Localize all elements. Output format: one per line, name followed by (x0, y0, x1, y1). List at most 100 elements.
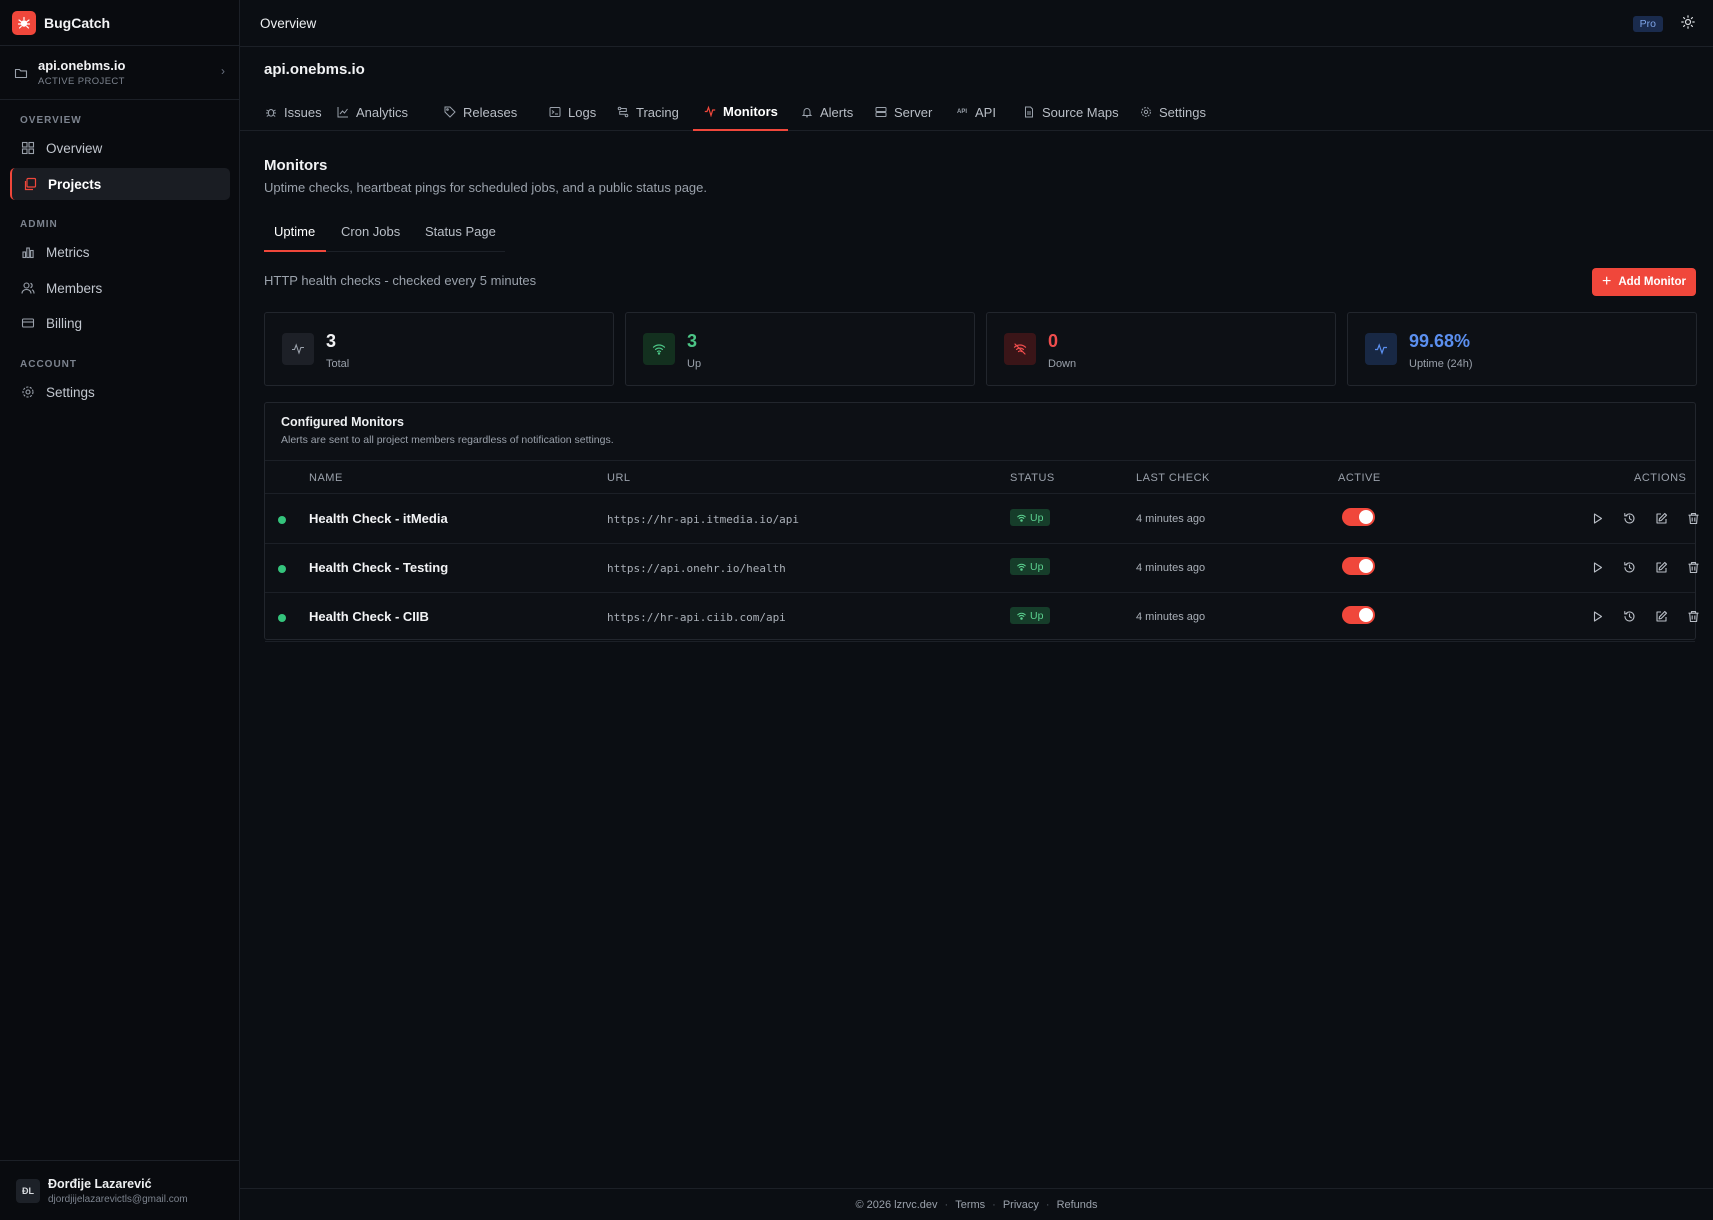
status-label: Up (1030, 511, 1044, 524)
tracing-icon (616, 105, 630, 119)
subtab-cron-jobs[interactable]: Cron Jobs (341, 220, 400, 252)
tab-monitors[interactable]: Monitors (693, 93, 788, 131)
footer: © 2026 lzrvc.dev · Terms · Privacy · Ref… (240, 1188, 1713, 1220)
add-monitor-button[interactable]: + Add Monitor (1592, 268, 1696, 296)
active-project-name: api.onebms.io (38, 58, 126, 73)
column-header-last-check: LAST CHECK (1136, 472, 1210, 484)
tag-icon (443, 105, 457, 119)
stat-card-total: 3 Total (264, 312, 614, 386)
monitor-subtabs: Uptime Cron Jobs Status Page (264, 220, 505, 252)
run-check-button[interactable] (1589, 608, 1605, 624)
delete-button[interactable] (1685, 559, 1701, 575)
brand[interactable]: BugCatch (0, 0, 239, 46)
stat-value: 99.68% (1409, 331, 1471, 351)
section-description: Uptime checks, heartbeat pings for sched… (264, 180, 707, 195)
toggle-knob (1359, 510, 1373, 524)
table-row[interactable]: Health Check - Testing https://api.onehr.… (265, 544, 1698, 593)
activity-icon (1365, 333, 1397, 365)
section-title: Monitors (264, 157, 328, 174)
avatar: ĐL (16, 1178, 40, 1203)
bug-logo-icon (12, 10, 36, 35)
stat-label: Uptime (24h) (1409, 358, 1473, 370)
sidebar-item-label: Billing (46, 315, 83, 331)
column-header-status: STATUS (1010, 472, 1055, 484)
edit-button[interactable] (1653, 559, 1669, 575)
tab-releases[interactable]: Releases (433, 93, 527, 131)
history-button[interactable] (1621, 559, 1637, 575)
last-check: 4 minutes ago (1136, 611, 1206, 623)
nav-section-overview: OVERVIEW (20, 115, 82, 126)
tab-alerts[interactable]: Alerts (790, 93, 863, 131)
history-button[interactable] (1621, 510, 1637, 526)
sidebar-item-settings[interactable]: Settings (10, 376, 230, 408)
status-label: Up (1030, 609, 1044, 622)
column-header-active: ACTIVE (1338, 472, 1381, 484)
status-label: Up (1030, 560, 1044, 573)
sidebar-item-label: Settings (46, 384, 95, 400)
edit-button[interactable] (1653, 510, 1669, 526)
active-toggle[interactable] (1342, 508, 1375, 526)
table-row[interactable]: Health Check - itMedia https://hr-api.itm… (265, 495, 1698, 544)
subtab-uptime[interactable]: Uptime (264, 220, 326, 252)
bar-chart-icon (20, 244, 36, 260)
sidebar-item-members[interactable]: Members (10, 272, 230, 304)
sidebar-item-overview[interactable]: Overview (10, 132, 230, 164)
sidebar-item-projects[interactable]: Projects (10, 168, 230, 200)
subtab-status-page[interactable]: Status Page (425, 220, 496, 252)
wifi-off-icon (1004, 333, 1036, 365)
history-button[interactable] (1621, 608, 1637, 624)
project-tabs: Issues Analytics Releases Logs Tracing M… (240, 93, 1713, 131)
sidebar-item-label: Members (46, 280, 103, 296)
tab-analytics[interactable]: Analytics (326, 93, 418, 131)
bell-icon (800, 105, 814, 119)
column-header-actions: ACTIONS (1634, 472, 1687, 484)
monitor-name: Health Check - Testing (309, 560, 449, 575)
user-profile[interactable]: ĐL Đorđije Lazarević djordjijelazarevict… (0, 1160, 240, 1220)
api-icon: API (956, 109, 967, 115)
run-check-button[interactable] (1589, 510, 1605, 526)
stat-label: Down (1048, 358, 1077, 370)
history-icon (1623, 610, 1636, 623)
monitor-url: https://api.onehr.io/health (607, 562, 786, 575)
monitor-url: https://hr-api.ciib.com/api (607, 611, 786, 624)
sun-icon[interactable] (1679, 13, 1697, 31)
page-title: Overview (260, 15, 317, 31)
monitor-name: Health Check - itMedia (309, 511, 448, 526)
footer-link-terms[interactable]: Terms (955, 1199, 985, 1211)
tab-logs[interactable]: Logs (538, 93, 606, 131)
separator: · (1045, 1198, 1050, 1211)
tab-label: Monitors (723, 103, 778, 119)
wifi-icon (1017, 514, 1026, 522)
delete-button[interactable] (1685, 608, 1701, 624)
plus-icon: + (1601, 273, 1612, 290)
project-switcher[interactable]: api.onebms.io ACTIVE PROJECT › (0, 46, 239, 100)
sidebar-item-metrics[interactable]: Metrics (10, 236, 230, 268)
gear-icon (20, 384, 36, 400)
stat-label: Up (687, 358, 702, 370)
table-row[interactable]: Health Check - CIIB https://hr-api.ciib.c… (265, 593, 1698, 642)
tab-settings[interactable]: Settings (1129, 93, 1216, 131)
sidebar-item-billing[interactable]: Billing (10, 307, 230, 339)
configured-monitors-card: Configured Monitors Alerts are sent to a… (264, 402, 1698, 642)
play-icon (1591, 561, 1604, 574)
tab-issues[interactable]: Issues (254, 93, 332, 131)
separator: · (992, 1198, 996, 1211)
footer-link-privacy[interactable]: Privacy (1003, 1199, 1039, 1211)
users-icon (20, 280, 36, 296)
active-toggle[interactable] (1342, 557, 1375, 575)
delete-button[interactable] (1685, 510, 1701, 526)
tab-tracing[interactable]: Tracing (606, 93, 689, 131)
topbar: Overview Pro (240, 0, 1713, 47)
footer-link-refunds[interactable]: Refunds (1057, 1199, 1098, 1211)
active-toggle[interactable] (1342, 606, 1375, 624)
user-email: djordjijelazarevictls@gmail.com (48, 1193, 188, 1205)
tab-source-maps[interactable]: Source Maps (1012, 93, 1129, 131)
edit-button[interactable] (1653, 608, 1669, 624)
app-name: BugCatch (44, 14, 111, 31)
chevron-right-icon: › (221, 64, 225, 78)
tab-server[interactable]: Server (864, 93, 942, 131)
run-check-button[interactable] (1589, 559, 1605, 575)
tab-label: Analytics (356, 104, 409, 120)
nav-section-account: ACCOUNT (20, 359, 77, 370)
tab-api[interactable]: API API (945, 93, 1006, 131)
